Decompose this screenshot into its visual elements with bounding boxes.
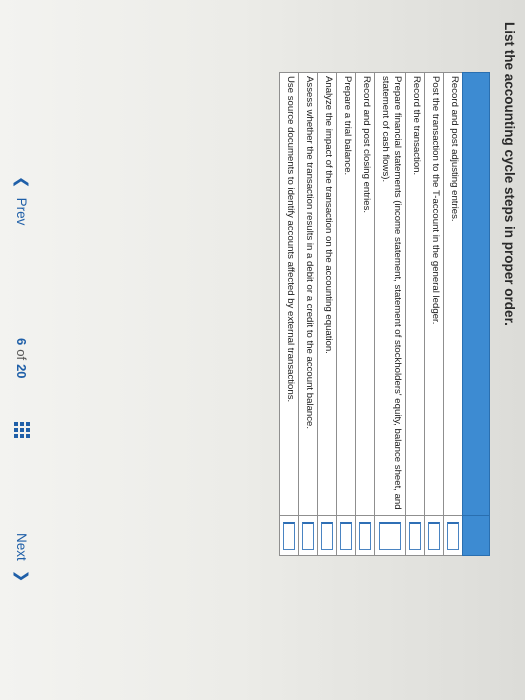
grid-icon — [14, 422, 30, 438]
step-text: Use source documents to identify account… — [279, 72, 299, 516]
table-row: Use source documents to identify account… — [279, 72, 299, 556]
table-row: Record and post adjusting entries. — [443, 72, 463, 556]
page-of-label: of — [14, 349, 30, 361]
order-answer-dropdown[interactable] — [447, 521, 459, 550]
answer-cell — [336, 515, 356, 556]
content-frame: List the accounting cycle steps in prope… — [0, 0, 525, 700]
step-text: Record and post closing entries. — [355, 72, 375, 516]
table-row: Prepare financial statements (income sta… — [374, 72, 406, 556]
table-header-row — [462, 72, 490, 556]
order-answer-dropdown[interactable] — [302, 521, 314, 550]
table-row: Post the transaction to the T-account in… — [424, 72, 444, 556]
next-button[interactable]: Next ❯ — [7, 533, 37, 603]
step-text: Prepare a trial balance. — [336, 72, 356, 516]
answer-cell — [355, 515, 375, 556]
order-answer-dropdown[interactable] — [428, 521, 440, 550]
prev-button[interactable]: ❮ Prev — [7, 176, 37, 256]
next-label: Next — [14, 533, 30, 561]
step-text: Post the transaction to the T-account in… — [424, 72, 444, 516]
table-row: Prepare a trial balance. — [336, 72, 356, 556]
table-header-step — [462, 72, 490, 516]
table-row: Analyze the impact of the transaction on… — [317, 72, 337, 556]
question-grid-button[interactable] — [7, 422, 37, 442]
order-answer-dropdown[interactable] — [321, 521, 333, 550]
step-text: Analyze the impact of the transaction on… — [317, 72, 337, 516]
total-pages: 20 — [14, 364, 30, 379]
prev-label: Prev — [14, 197, 30, 226]
table-row: Record and post closing entries. — [355, 72, 375, 556]
steps-table: Record and post adjusting entries. Post … — [279, 72, 490, 556]
chevron-right-icon: ❯ — [13, 569, 30, 583]
answer-cell — [443, 515, 463, 556]
question-title: List the accounting cycle steps in prope… — [502, 22, 517, 326]
table-row: Assess whether the transaction results i… — [298, 72, 318, 556]
order-answer-dropdown[interactable] — [379, 521, 401, 550]
answer-cell — [424, 515, 444, 556]
answer-cell — [374, 515, 406, 556]
step-text: Assess whether the transaction results i… — [298, 72, 318, 516]
order-answer-dropdown[interactable] — [283, 521, 295, 550]
step-text: Record the transaction. — [405, 72, 425, 516]
step-text: Record and post adjusting entries. — [443, 72, 463, 516]
current-page: 6 — [14, 338, 30, 346]
answer-cell — [279, 515, 299, 556]
table-header-answer — [462, 515, 490, 556]
answer-cell — [405, 515, 425, 556]
screen: List the accounting cycle steps in prope… — [0, 0, 525, 700]
order-answer-dropdown[interactable] — [340, 521, 352, 550]
chevron-left-icon: ❮ — [13, 176, 30, 189]
table-row: Record the transaction. — [405, 72, 425, 556]
answer-cell — [298, 515, 318, 556]
answer-cell — [317, 515, 337, 556]
order-answer-dropdown[interactable] — [409, 521, 421, 550]
step-text: Prepare financial statements (income sta… — [374, 72, 406, 516]
order-answer-dropdown[interactable] — [359, 521, 371, 550]
